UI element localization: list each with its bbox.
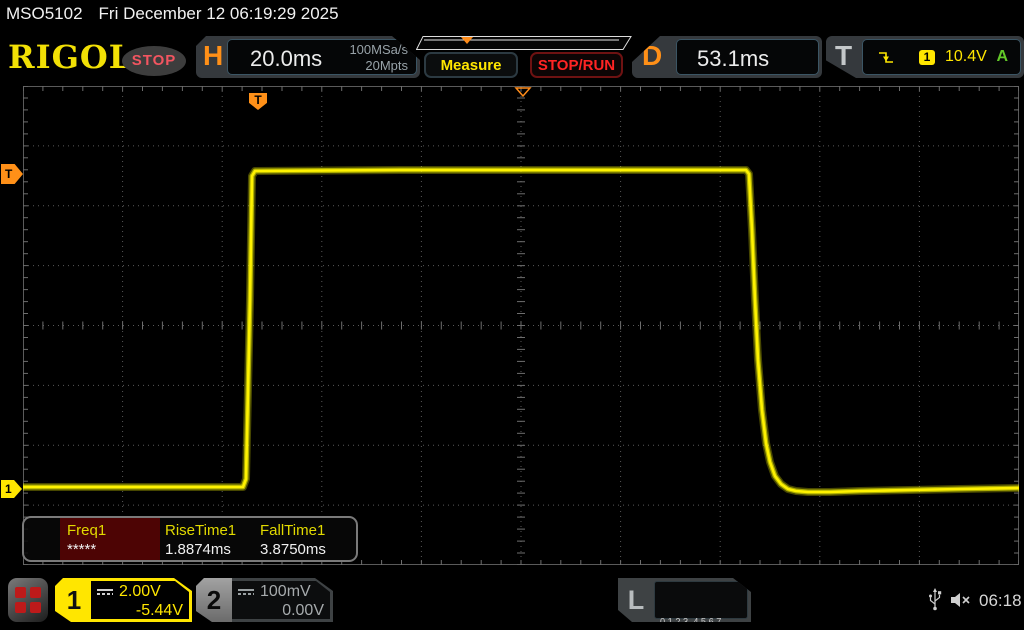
horizontal-value-box: 20.0ms 100MSa/s 20Mpts (227, 39, 417, 75)
measurement-value: ***** (67, 541, 97, 558)
sample-rate: 100MSa/s (349, 42, 408, 57)
measurement-name: Freq1 (67, 522, 107, 539)
topbar: MSO5102 Fri December 12 06:19:29 2025 (6, 4, 339, 24)
waveform-display (23, 86, 1019, 565)
measure-button[interactable]: Measure (424, 52, 518, 78)
usb-icon (929, 588, 942, 611)
run-state-badge: STOP (122, 46, 186, 76)
horizontal-label: H (203, 40, 224, 71)
logic-row1: 0 1 2 3 4 5 6 7 (660, 617, 722, 628)
channel2-scale: 100mV (260, 583, 311, 600)
channel1-scale: 2.00V (119, 583, 161, 600)
datetime: Fri December 12 06:19:29 2025 (98, 4, 339, 23)
channel1-info: 2.00V -5.44V (91, 581, 189, 619)
measurement-name: RiseTime1 (165, 522, 237, 539)
dc-coupling-icon (97, 589, 113, 595)
horizontal-settings-button[interactable]: H 20.0ms 100MSa/s 20Mpts (196, 36, 420, 78)
channel1-number: 1 (66, 585, 82, 615)
stop-run-button[interactable]: STOP/RUN (530, 52, 623, 78)
channel2-badge[interactable]: 2 100mV 0.00V (196, 578, 333, 622)
measurement-risetime1[interactable]: RiseTime1 1.8874ms (160, 518, 256, 560)
waveform-memory-bar[interactable] (415, 36, 632, 51)
channel2-offset: 0.00V (282, 602, 324, 619)
measurement-value: 3.8750ms (260, 541, 326, 558)
acquisition-info: 100MSa/s 20Mpts (349, 42, 408, 74)
channel2-info: 100mV 0.00V (232, 581, 330, 619)
model-name: MSO5102 (6, 4, 83, 23)
memory-depth: 20Mpts (365, 58, 408, 73)
rigol-logo: RIGOL (8, 38, 133, 76)
channel1-offset: -5.44V (135, 602, 183, 619)
measurement-panel[interactable]: Freq1 ***** RiseTime1 1.8874ms FallTime1… (22, 516, 358, 562)
graticule-svg (23, 86, 1019, 565)
memory-position-svg (415, 36, 632, 50)
measurement-falltime1[interactable]: FallTime1 3.8750ms (256, 518, 356, 560)
trigger-source-badge: 1 (919, 49, 935, 65)
logic-label: L (627, 585, 645, 615)
delay-settings-button[interactable]: D 53.1ms (632, 36, 822, 78)
delay-value-box: 53.1ms (676, 39, 819, 75)
measurement-name: FallTime1 (260, 522, 326, 539)
speaker-muted-icon[interactable] (950, 592, 973, 608)
channel2-number: 2 (196, 578, 232, 622)
delay-value: 53.1ms (697, 46, 770, 71)
logic-channel-list: 0 1 2 3 4 5 6 7 8 9 10 11 12 13 14 15 (654, 581, 748, 619)
channel1-position-marker[interactable]: 1 (1, 480, 22, 498)
timebase-value: 20.0ms (250, 46, 323, 71)
falling-edge-trigger-icon (879, 51, 893, 63)
system-time: 06:18 (979, 591, 1022, 610)
dc-coupling-icon (238, 589, 254, 595)
logic-channels-badge[interactable]: L 0 1 2 3 4 5 6 7 8 9 10 11 12 13 14 15 (618, 578, 751, 622)
channel1-badge[interactable]: 1 2.00V -5.44V (55, 578, 192, 622)
measurement-freq1[interactable]: Freq1 ***** (60, 518, 160, 560)
trigger-mode: A (996, 48, 1008, 65)
measurement-value: 1.8874ms (165, 541, 231, 558)
trigger-level-marker[interactable]: T (1, 164, 23, 184)
oscilloscope-screen: MSO5102 Fri December 12 06:19:29 2025 RIG… (0, 0, 1024, 630)
measurement-spacer (24, 518, 60, 560)
trigger-settings-button[interactable]: T 1 10.4V A (826, 36, 1024, 78)
trigger-level-value: 10.4V (945, 48, 987, 65)
menu-grid-button[interactable] (8, 578, 48, 622)
trigger-value-box: 1 10.4V A (862, 39, 1021, 75)
delay-label: D (642, 40, 663, 71)
trigger-label: T (835, 40, 853, 71)
